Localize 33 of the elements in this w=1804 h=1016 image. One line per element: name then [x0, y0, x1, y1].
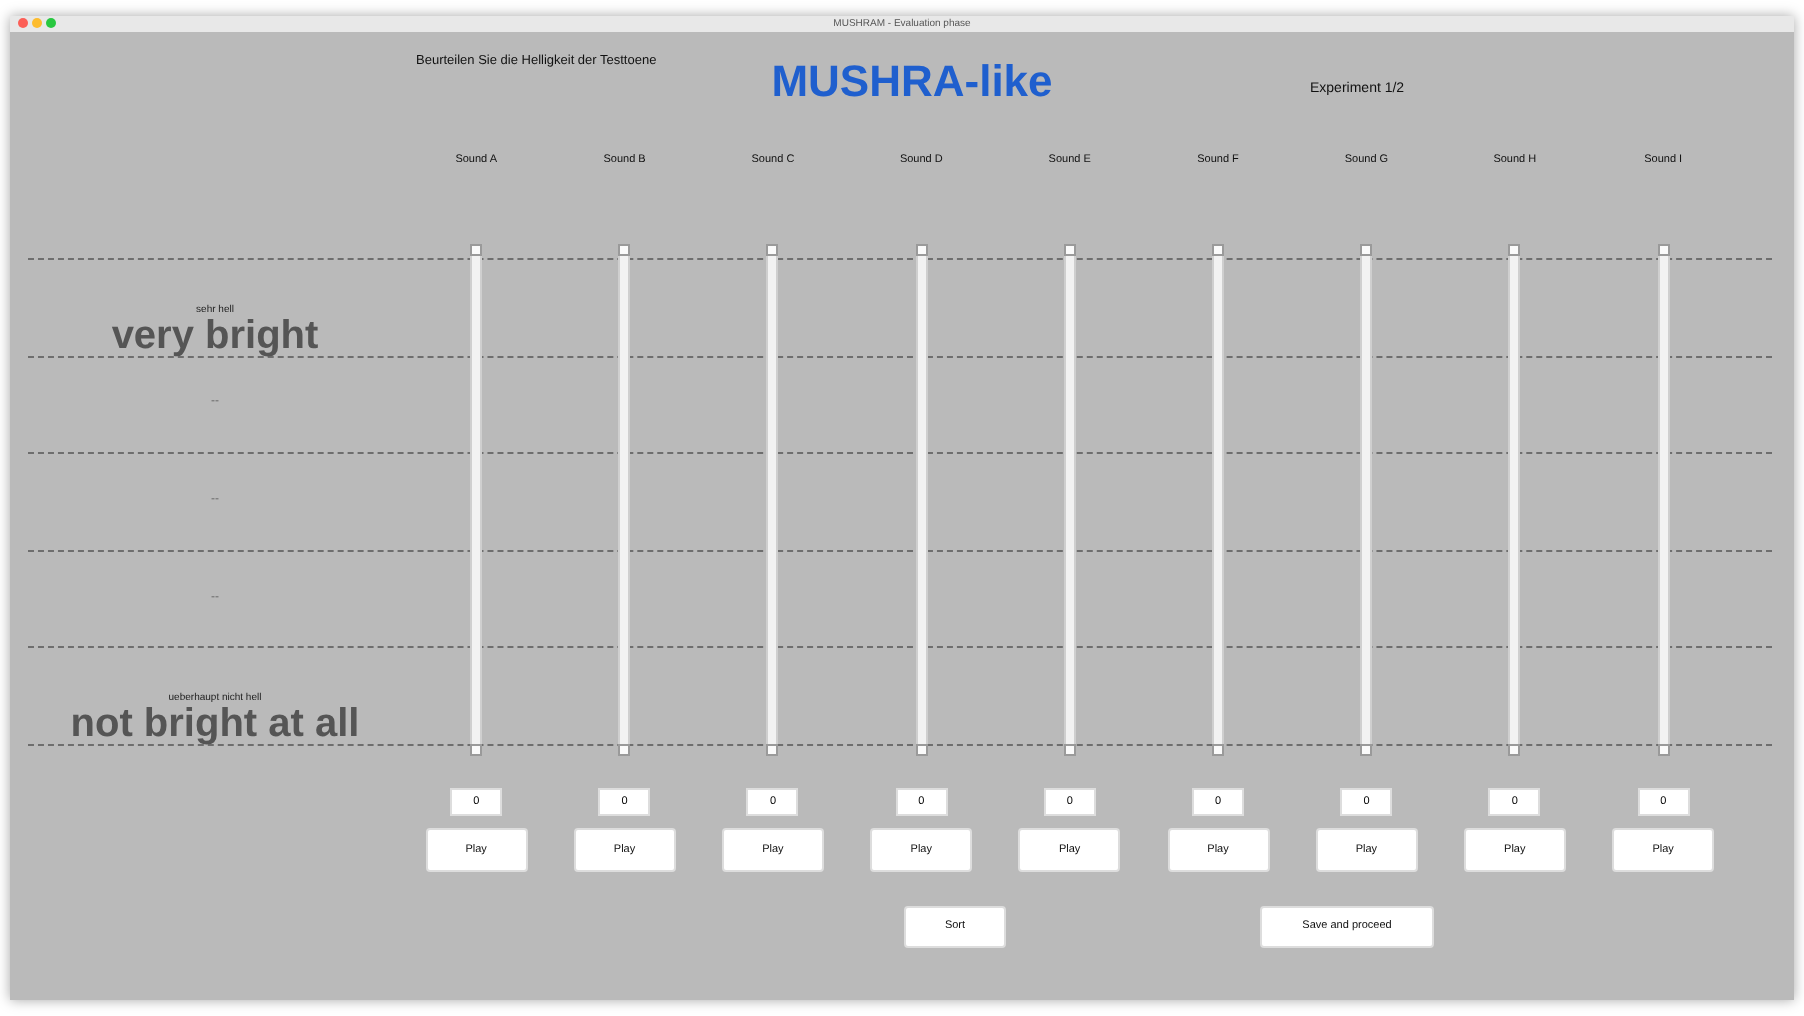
scale-anchor-label: not bright at all	[70, 703, 360, 744]
slider-thumb[interactable]	[766, 744, 779, 756]
slider-end-cap	[915, 244, 928, 256]
close-icon[interactable]	[18, 18, 28, 28]
rating-slider[interactable]	[1360, 244, 1373, 756]
rating-slider[interactable]	[915, 244, 928, 756]
scale-anchor-label: very bright	[111, 315, 319, 356]
slider-end-cap	[618, 244, 631, 256]
rating-slider[interactable]	[1212, 244, 1225, 756]
slider-thumb[interactable]	[1212, 744, 1225, 756]
rating-slider[interactable]	[618, 244, 631, 756]
rating-slider[interactable]	[1508, 244, 1521, 756]
slider-thumb[interactable]	[1508, 744, 1521, 756]
slider-thumb[interactable]	[1657, 744, 1670, 756]
minimize-icon[interactable]	[32, 18, 42, 28]
slider-end-cap	[766, 244, 779, 256]
slider-end-cap	[1360, 244, 1373, 256]
slider-end-cap	[1063, 244, 1076, 256]
rating-slider[interactable]	[1063, 244, 1076, 756]
slider-thumb[interactable]	[470, 744, 483, 756]
slider-end-cap	[1508, 244, 1521, 256]
rating-slider[interactable]	[766, 244, 779, 756]
page-title: MUSHRA-like	[769, 54, 1055, 110]
rating-slider[interactable]	[1657, 244, 1670, 756]
slider-thumb[interactable]	[1360, 744, 1373, 756]
slider-thumb[interactable]	[618, 744, 631, 756]
rating-slider[interactable]	[470, 244, 483, 756]
slider-thumb[interactable]	[1063, 744, 1076, 756]
slider-end-cap	[470, 244, 483, 256]
slider-end-cap	[1212, 244, 1225, 256]
maximize-icon[interactable]	[46, 18, 56, 28]
slider-end-cap	[1657, 244, 1670, 256]
slider-thumb[interactable]	[915, 744, 928, 756]
